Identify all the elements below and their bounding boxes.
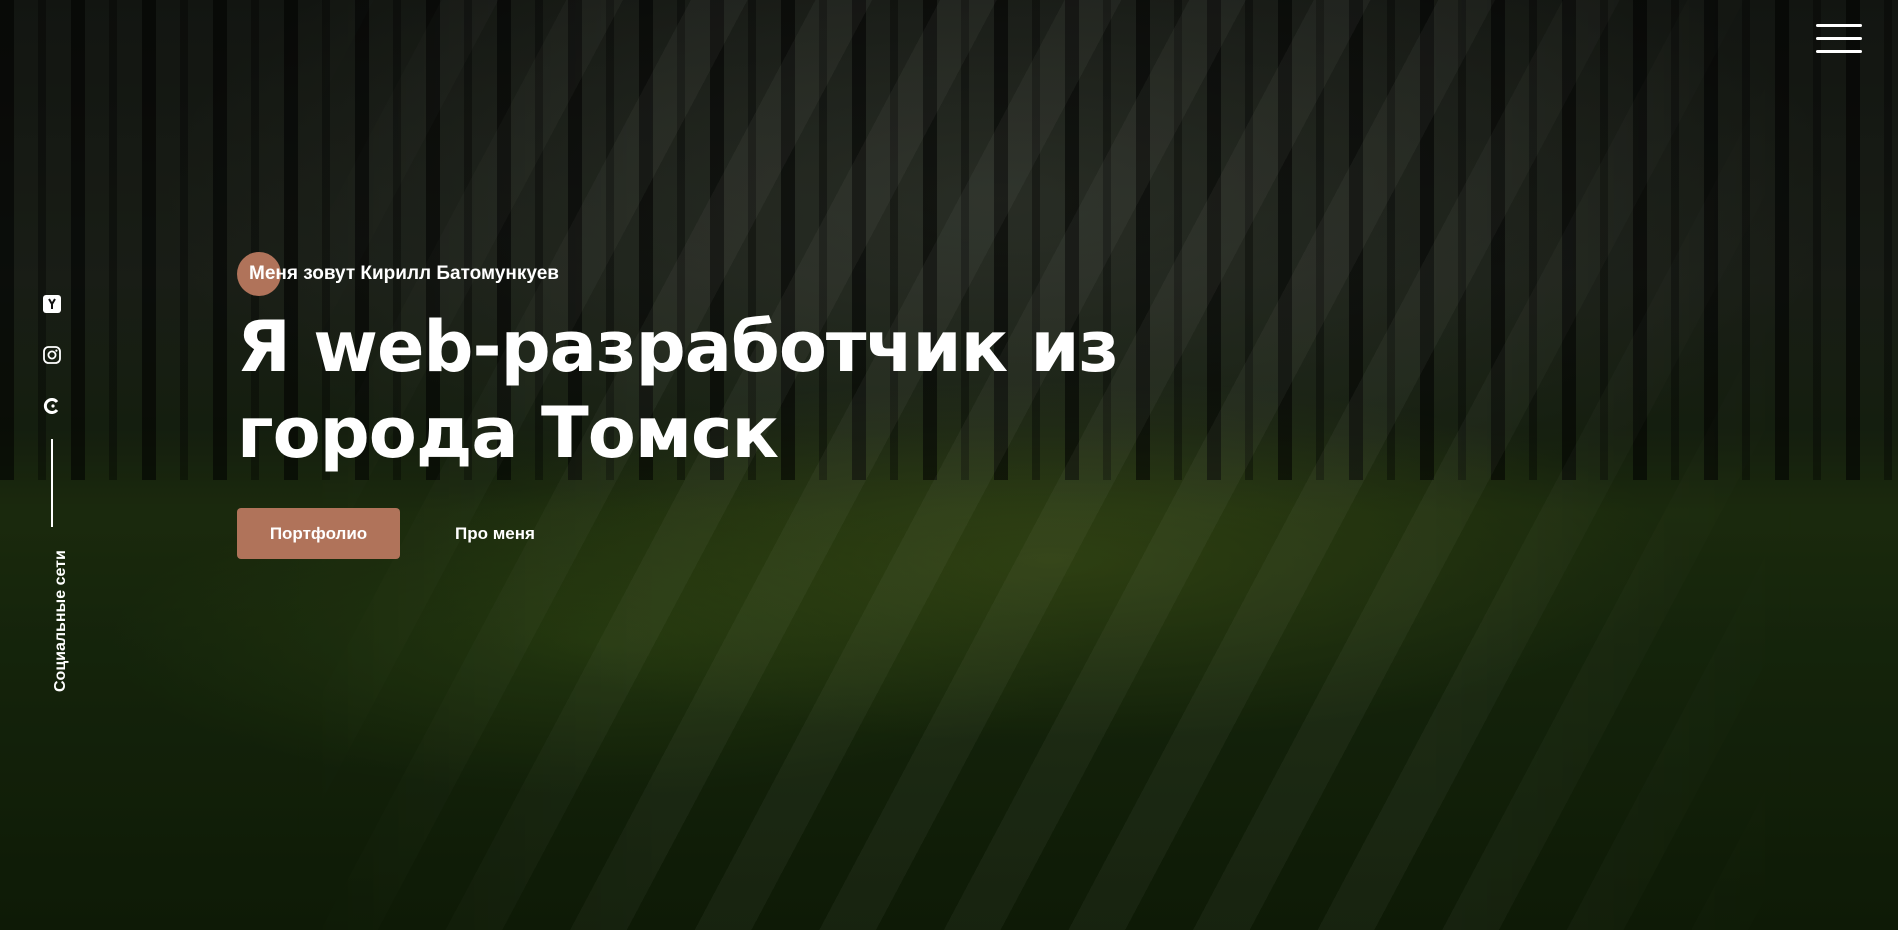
menu-button[interactable] xyxy=(1816,24,1862,54)
social-label: Социальные сети xyxy=(52,550,69,692)
hamburger-line xyxy=(1816,50,1862,53)
intro: Меня зовут Кирилл Батомункуев xyxy=(237,252,1137,296)
c-logo-icon xyxy=(43,398,59,414)
social-link-instagram[interactable] xyxy=(40,343,64,367)
portfolio-button[interactable]: Портфолио xyxy=(237,508,400,559)
yandex-icon xyxy=(43,295,61,313)
social-link-c[interactable] xyxy=(40,394,64,418)
hero-buttons: Портфолио Про меня xyxy=(237,508,1137,559)
social-link-yandex[interactable] xyxy=(40,292,64,316)
headline-line-1: Я web-разработчик из xyxy=(237,306,1119,388)
about-me-link[interactable]: Про меня xyxy=(455,524,535,544)
social-sidebar xyxy=(38,292,66,527)
hamburger-line xyxy=(1816,37,1862,40)
social-divider-line xyxy=(51,439,53,527)
hero-section: Меня зовут Кирилл Батомункуев Я web-разр… xyxy=(237,252,1137,559)
instagram-icon xyxy=(43,346,61,364)
hamburger-menu-icon xyxy=(1816,24,1862,27)
headline-line-2: города Томск xyxy=(237,392,779,474)
page-title: Я web-разработчик из города Томск xyxy=(237,304,1137,476)
intro-text: Меня зовут Кирилл Батомункуев xyxy=(249,263,559,284)
